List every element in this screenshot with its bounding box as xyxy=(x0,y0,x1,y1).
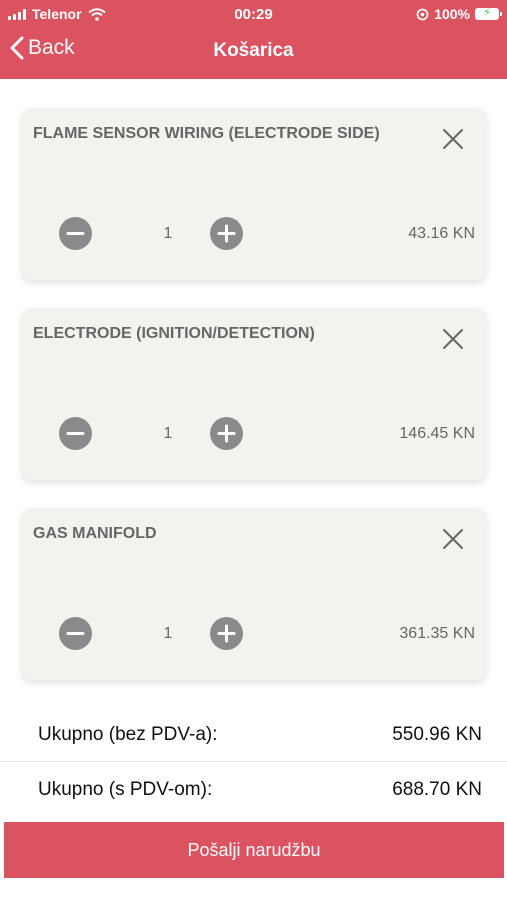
status-bar: Telenor 00:29 100% ⚡ xyxy=(0,0,507,28)
submit-order-button[interactable]: Pošalji narudžbu xyxy=(4,822,504,878)
item-name: FLAME SENSOR WIRING (ELECTRODE SIDE) xyxy=(33,125,380,142)
cart-screen: Telenor 00:29 100% ⚡ Back Košarica FLAME… xyxy=(0,0,507,900)
plus-icon xyxy=(217,224,236,243)
page-title: Košarica xyxy=(213,40,294,61)
increase-quantity-button[interactable] xyxy=(210,417,243,450)
minus-icon xyxy=(66,632,85,635)
remove-item-button[interactable] xyxy=(442,528,464,550)
remove-item-button[interactable] xyxy=(442,128,464,150)
nav-bar: Back Košarica xyxy=(0,30,507,74)
decrease-quantity-button[interactable] xyxy=(59,617,92,650)
bolt-icon: ⚡ xyxy=(483,7,491,19)
total-gross-row: Ukupno (s PDV-om): 688.70 KN xyxy=(0,765,507,817)
total-net-value: 550.96 KN xyxy=(392,724,482,745)
item-price: 146.45 KN xyxy=(399,425,475,442)
item-name: GAS MANIFOLD xyxy=(33,525,157,542)
cart-item: FLAME SENSOR WIRING (ELECTRODE SIDE) 1 4… xyxy=(22,108,486,280)
quantity-value: 1 xyxy=(163,425,173,442)
remove-item-button[interactable] xyxy=(442,328,464,350)
divider xyxy=(0,761,507,762)
close-icon xyxy=(443,329,463,349)
item-price: 361.35 KN xyxy=(399,625,475,642)
status-right: 100% ⚡ xyxy=(416,6,502,22)
decrease-quantity-button[interactable] xyxy=(59,217,92,250)
total-net-label: Ukupno (bez PDV-a): xyxy=(38,724,218,745)
close-icon xyxy=(443,129,463,149)
quantity-value: 1 xyxy=(163,225,173,242)
plus-icon xyxy=(217,424,236,443)
battery-icon: ⚡ xyxy=(475,7,502,20)
total-gross-label: Ukupno (s PDV-om): xyxy=(38,779,213,800)
close-icon xyxy=(443,529,463,549)
item-price: 43.16 KN xyxy=(408,225,475,242)
battery-percent: 100% xyxy=(434,6,470,22)
plus-icon xyxy=(217,624,236,643)
cart-item: ELECTRODE (IGNITION/DETECTION) 1 146.45 … xyxy=(22,308,486,480)
total-net-row: Ukupno (bez PDV-a): 550.96 KN xyxy=(0,710,507,762)
item-name: ELECTRODE (IGNITION/DETECTION) xyxy=(33,325,315,342)
header: Telenor 00:29 100% ⚡ Back Košarica xyxy=(0,0,507,79)
quantity-value: 1 xyxy=(163,625,173,642)
increase-quantity-button[interactable] xyxy=(210,217,243,250)
increase-quantity-button[interactable] xyxy=(210,617,243,650)
minus-icon xyxy=(66,232,85,235)
decrease-quantity-button[interactable] xyxy=(59,417,92,450)
minus-icon xyxy=(66,432,85,435)
cart-item: GAS MANIFOLD 1 361.35 KN xyxy=(22,508,486,680)
total-gross-value: 688.70 KN xyxy=(392,779,482,800)
alarm-icon xyxy=(416,8,429,21)
